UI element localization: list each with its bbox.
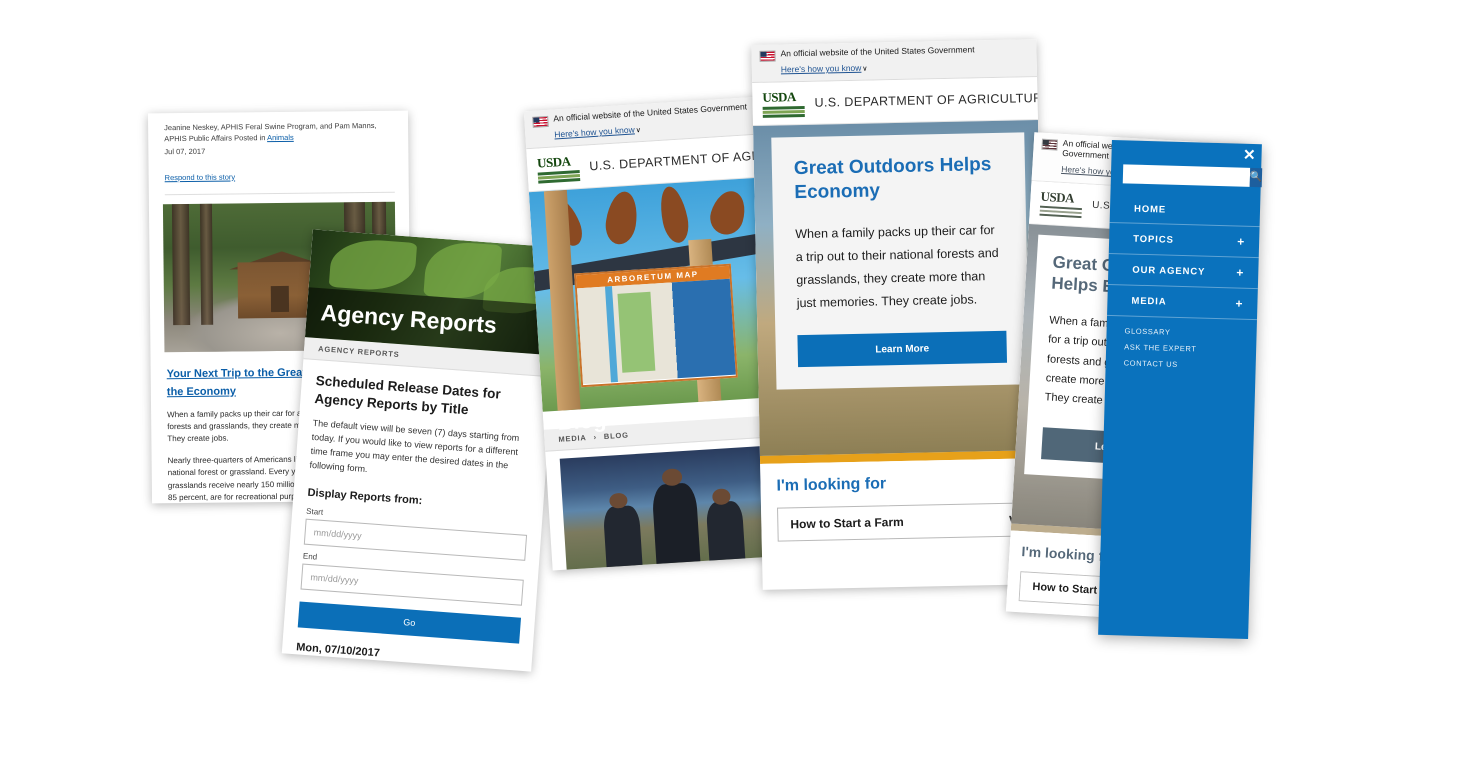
- close-icon[interactable]: ✕: [1243, 147, 1256, 164]
- usda-logo[interactable]: USDA: [537, 152, 581, 185]
- divider: [164, 191, 395, 195]
- nav-item-label: OUR AGENCY: [1132, 264, 1206, 278]
- nav-link-ask-the-expert[interactable]: ASK THE EXPERT: [1124, 342, 1242, 354]
- usda-header-bar-promo: USDA U.S. DEPARTMENT OF AGRICULTURE MENU: [752, 77, 1048, 127]
- gov-banner-line1: An official website of the United States…: [553, 101, 748, 124]
- usda-logo[interactable]: USDA: [1039, 187, 1083, 219]
- arboretum-sign: ARBORETUM MAP: [574, 263, 738, 388]
- nav-link-glossary[interactable]: GLOSSARY: [1124, 326, 1242, 338]
- usda-logo-word: USDA: [762, 89, 796, 106]
- chevron-down-icon: ∨: [635, 127, 642, 135]
- promo-background-photo: Great Outdoors Helps Economy When a fami…: [753, 120, 1045, 457]
- expand-icon[interactable]: +: [1237, 235, 1245, 249]
- how-you-know-link[interactable]: Here's how you know: [781, 63, 862, 75]
- nav-item-label: TOPICS: [1133, 233, 1174, 246]
- breadcrumb-blog[interactable]: BLOG: [604, 431, 629, 442]
- promo-modal: Great Outdoors Helps Economy When a fami…: [771, 132, 1030, 390]
- go-button[interactable]: Go: [297, 601, 522, 644]
- us-flag-icon: [759, 50, 776, 62]
- nav-item-our-agency[interactable]: OUR AGENCY +: [1107, 253, 1259, 290]
- usda-site-title: U.S. DEPARTMENT OF AGRICULTURE: [814, 91, 1048, 111]
- reports-intro: The default view will be seven (7) days …: [309, 418, 520, 474]
- how-you-know-link[interactable]: Here's how you know: [554, 125, 635, 140]
- forest-rangers-photo: [559, 445, 791, 571]
- search-input[interactable]: [1122, 164, 1251, 187]
- im-looking-for-section: I'm looking for How to Start a Farm ∨: [760, 458, 1047, 551]
- usda-logo-word: USDA: [536, 153, 571, 171]
- nav-item-label: HOME: [1133, 203, 1167, 216]
- nav-secondary-links: GLOSSARY ASK THE EXPERT CONTACT US: [1106, 316, 1257, 371]
- reports-heading: Scheduled Release Dates for Agency Repor…: [314, 373, 502, 417]
- nav-item-label: MEDIA: [1131, 295, 1167, 308]
- mobile-nav-panel[interactable]: ✕ 🔍 HOME TOPICS + OUR AGENCY + MEDIA + G…: [1098, 140, 1263, 639]
- im-looking-for-select[interactable]: How to Start a Farm ∨: [777, 502, 1031, 542]
- expand-icon[interactable]: +: [1235, 297, 1243, 311]
- reports-hero-photo: Agency Reports: [304, 229, 563, 356]
- promo-body: When a family packs up their car for a t…: [795, 222, 999, 311]
- search-icon[interactable]: 🔍: [1249, 167, 1263, 188]
- us-flag-icon: [532, 115, 549, 128]
- agency-reports-card[interactable]: Agency Reports AGENCY REPORTS Scheduled …: [281, 229, 563, 672]
- promo-title: Great Outdoors Helps Economy: [793, 154, 992, 204]
- gov-banner-line1: An official website of the United States…: [780, 44, 975, 59]
- nav-item-home[interactable]: HOME: [1109, 194, 1261, 228]
- expand-icon[interactable]: +: [1236, 266, 1244, 280]
- result-date: Mon, 07/10/2017: [295, 641, 381, 660]
- nav-item-list: HOME TOPICS + OUR AGENCY + MEDIA +: [1107, 194, 1261, 321]
- im-looking-for-heading: I'm looking for: [776, 475, 887, 495]
- blog-page-title: Blog: [556, 406, 607, 435]
- arboretum-sign-map: [577, 278, 736, 385]
- learn-more-button[interactable]: Learn More: [797, 331, 1008, 368]
- post-date: Jul 07, 2017: [164, 146, 206, 156]
- nav-item-topics[interactable]: TOPICS +: [1108, 222, 1260, 259]
- result-report-link[interactable]: Crop Progress: [295, 658, 354, 671]
- nav-search-row[interactable]: 🔍: [1111, 164, 1263, 188]
- byline-category-link[interactable]: Animals: [267, 133, 294, 142]
- nav-item-media[interactable]: MEDIA +: [1107, 284, 1258, 321]
- breadcrumb-separator: ›: [593, 432, 598, 442]
- chevron-down-icon: ∨: [862, 65, 868, 73]
- great-outdoors-promo-card[interactable]: An official website of the United States…: [751, 39, 1048, 590]
- usda-logo-word: USDA: [1040, 188, 1075, 206]
- post-byline: Jeanine Neskey, APHIS Feral Swine Progra…: [164, 121, 394, 145]
- usda-logo[interactable]: USDA: [762, 88, 805, 119]
- gov-banner-promo: An official website of the United States…: [751, 39, 1038, 84]
- screenshot-stage: Jeanine Neskey, APHIS Feral Swine Progra…: [0, 0, 1470, 757]
- nav-link-contact-us[interactable]: CONTACT US: [1124, 358, 1242, 370]
- respond-link[interactable]: Respond to this story: [165, 172, 236, 182]
- select-value: How to Start a Farm: [790, 515, 904, 532]
- us-flag-icon: [1041, 138, 1059, 151]
